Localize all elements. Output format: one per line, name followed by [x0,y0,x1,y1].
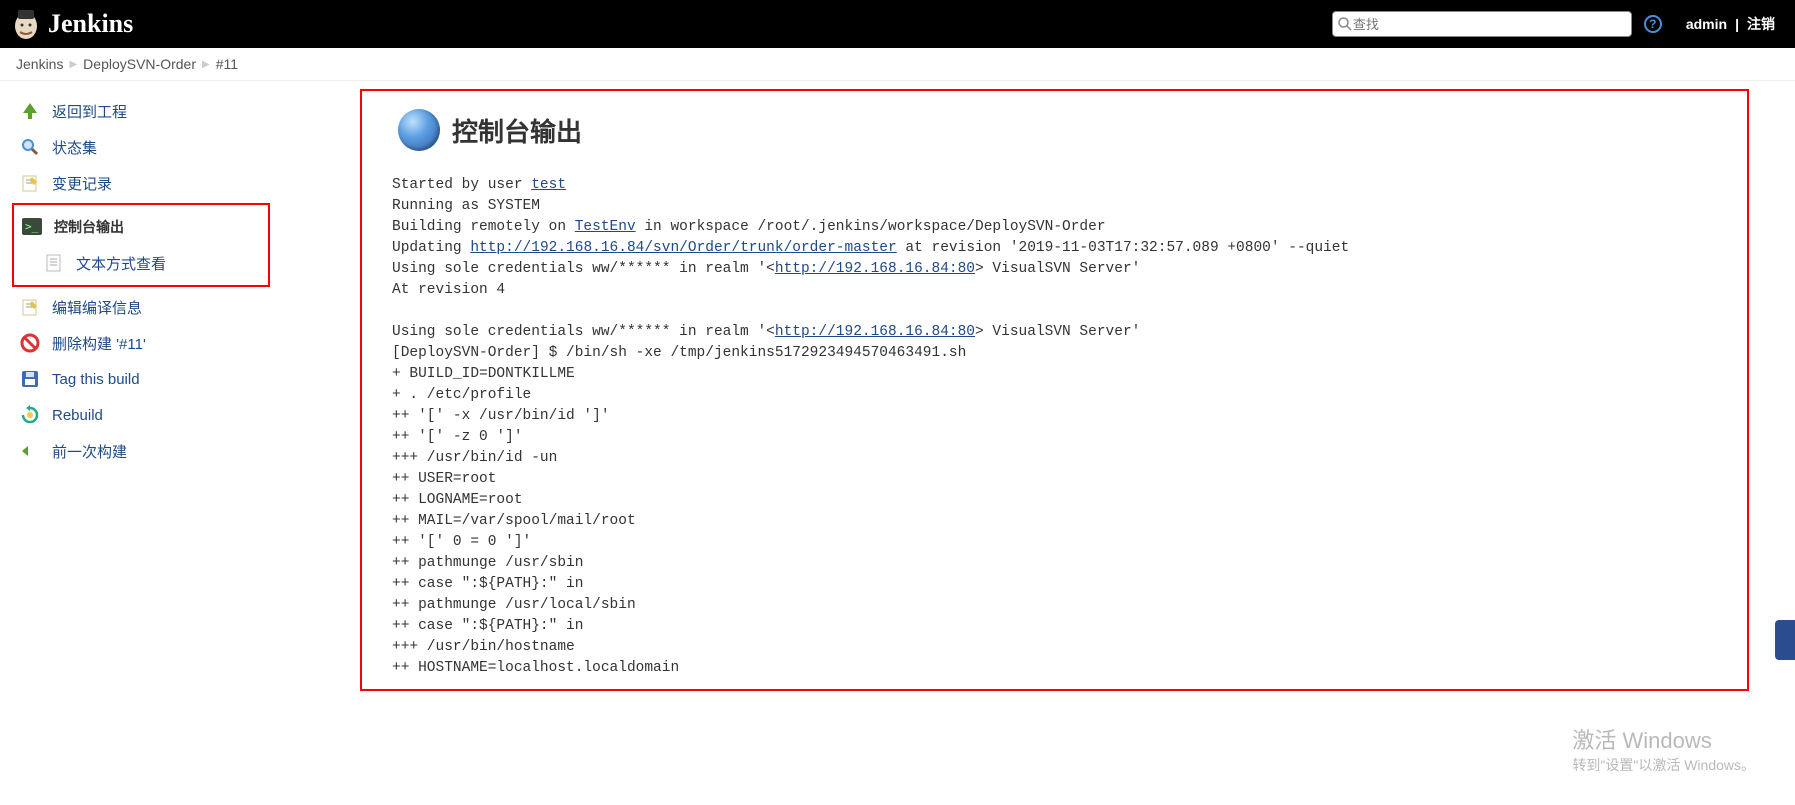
chevron-right-icon: ▶ [69,59,77,70]
logout-link[interactable]: 注销 [1747,14,1775,34]
windows-activation-watermark: 激活 Windows 转到"设置"以激活 Windows。 [1572,723,1755,775]
sidebar-item-label: 状态集 [52,137,97,158]
sidebar-item-back[interactable]: 返回到工程 [0,93,360,129]
search-icon [1337,16,1353,32]
sidebar-item-rebuild[interactable]: Rebuild [0,397,360,433]
sidebar-item-label: Rebuild [52,407,103,424]
console-output: Started by user test Running as SYSTEM B… [392,175,1717,679]
sidebar-item-delete[interactable]: 删除构建 '#11' [0,325,360,361]
sidebar-console-highlight: >_ 控制台输出 文本方式查看 [12,203,270,287]
sidebar: 返回到工程 状态集 变更记录 >_ 控制台输出 文本方式查看 编辑编译信息 [0,81,360,707]
logo-text: Jenkins [48,9,133,39]
jenkins-logo-icon [12,8,40,40]
sidebar-item-label: Tag this build [52,371,140,388]
sidebar-item-label: 文本方式查看 [76,253,166,274]
sidebar-item-label: 返回到工程 [52,101,127,122]
sidebar-item-label: 删除构建 '#11' [52,333,146,354]
console-link[interactable]: http://192.168.16.84:80 [775,261,975,277]
left-arrow-icon [18,439,42,463]
watermark-line2: 转到"设置"以激活 Windows。 [1572,755,1755,775]
console-highlight-box: 控制台输出 Started by user test Running as SY… [360,89,1749,691]
breadcrumb: Jenkins ▶ DeploySVN-Order ▶ #11 [0,48,1795,81]
sidebar-item-label: 前一次构建 [52,441,127,462]
sidebar-item-label: 编辑编译信息 [52,297,142,318]
notepad-icon [18,171,42,195]
search-input[interactable] [1353,17,1627,32]
page-title: 控制台输出 [398,109,1717,151]
console-link[interactable]: http://192.168.16.84/svn/Order/trunk/ord… [470,240,896,256]
build-status-orb-icon [398,109,440,151]
notepad-icon [18,295,42,319]
save-icon [18,367,42,391]
breadcrumb-build[interactable]: #11 [216,56,238,72]
user-link[interactable]: admin [1686,16,1727,32]
main-panel: 控制台输出 Started by user test Running as SY… [360,81,1795,707]
svg-text:>_: >_ [25,220,39,233]
sidebar-item-status[interactable]: 状态集 [0,129,360,165]
sidebar-item-edit[interactable]: 编辑编译信息 [0,289,360,325]
sidebar-item-label: 控制台输出 [54,217,124,237]
chevron-right-icon: ▶ [202,59,210,70]
search-icon [18,135,42,159]
document-icon [42,251,66,275]
terminal-icon: >_ [20,215,44,239]
sidebar-item-label: 变更记录 [52,173,112,194]
sidebar-item-prev[interactable]: 前一次构建 [0,433,360,469]
search-box[interactable] [1332,11,1632,37]
refresh-icon [18,403,42,427]
console-link[interactable]: test [531,177,566,193]
console-link[interactable]: TestEnv [575,219,636,235]
sidebar-item-changes[interactable]: 变更记录 [0,165,360,201]
help-icon[interactable]: ? [1644,15,1662,33]
page-title-text: 控制台输出 [452,112,582,149]
breadcrumb-jenkins[interactable]: Jenkins [16,56,63,72]
no-entry-icon [18,331,42,355]
pipe-divider: | [1735,16,1739,32]
up-arrow-icon [18,99,42,123]
console-link[interactable]: http://192.168.16.84:80 [775,324,975,340]
top-header: Jenkins ? admin | 注销 [0,0,1795,48]
side-float-tab[interactable] [1775,620,1795,660]
logo[interactable]: Jenkins [12,8,133,40]
breadcrumb-job[interactable]: DeploySVN-Order [83,56,196,72]
sidebar-item-console[interactable]: >_ 控制台输出 [14,209,268,245]
sidebar-item-console-text[interactable]: 文本方式查看 [14,245,268,281]
sidebar-item-tag[interactable]: Tag this build [0,361,360,397]
watermark-line1: 激活 Windows [1572,723,1755,755]
